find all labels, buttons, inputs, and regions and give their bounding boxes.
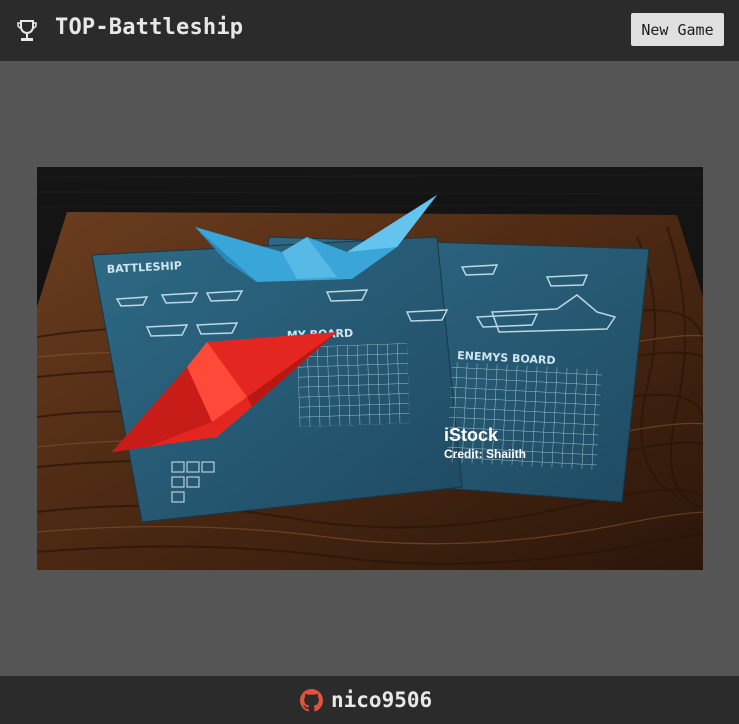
new-game-button[interactable]: New Game bbox=[631, 13, 724, 46]
trophy-icon bbox=[16, 19, 38, 43]
hero-image: BATTLESHIP MY BOARD ENEMYS BOARD iStock … bbox=[37, 167, 703, 570]
github-username: nico9506 bbox=[331, 688, 433, 712]
app-title: TOP-Battleship bbox=[55, 15, 244, 40]
github-profile-link[interactable]: nico9506 bbox=[300, 687, 432, 713]
github-icon bbox=[300, 688, 323, 712]
top-bar: TOP-Battleship New Game bbox=[0, 0, 739, 61]
watermark-brand: iStock bbox=[444, 425, 499, 445]
watermark-credit: Credit: Shaiith bbox=[444, 447, 526, 461]
footer: nico9506 bbox=[0, 676, 739, 724]
